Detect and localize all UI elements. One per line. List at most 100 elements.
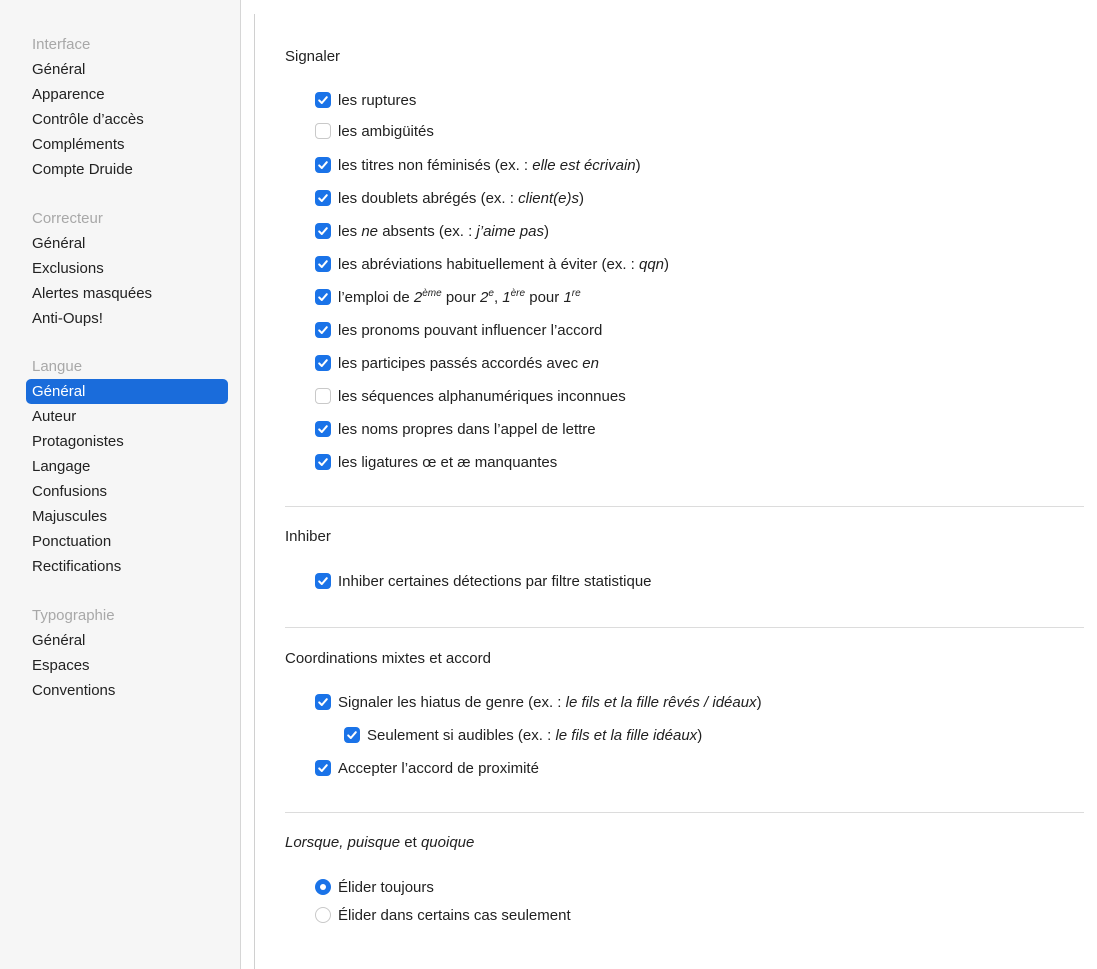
sidebar-item-langage[interactable]: Langage: [26, 454, 228, 479]
sidebar-item-interface-general[interactable]: Général: [26, 57, 228, 82]
sidebar-item-espaces[interactable]: Espaces: [26, 653, 228, 678]
checkbox-row-abreviations[interactable]: les abréviations habituellement à éviter…: [315, 254, 669, 274]
section-title-signaler: Signaler: [285, 48, 341, 65]
sidebar-item-protagonistes[interactable]: Protagonistes: [26, 429, 228, 454]
label-example: le fils et la fille idéaux: [555, 726, 698, 744]
radio-row-elider-certains-cas[interactable]: Élider dans certains cas seulement: [315, 905, 571, 925]
sidebar-item-typographie-general[interactable]: Général: [26, 628, 228, 653]
checkbox-row-emploi-ordinaux[interactable]: l’emploi de 2ème pour 2e, 1ère pour 1re: [315, 287, 581, 307]
radio-button[interactable]: [315, 907, 331, 923]
sidebar-item-alertes-masquees[interactable]: Alertes masquées: [26, 281, 228, 306]
radio-label: Élider dans certains cas seulement: [338, 906, 571, 924]
sidebar-group-langue: Langue Général Auteur Protagonistes Lang…: [26, 354, 228, 579]
section-title-inhiber: Inhiber: [285, 528, 331, 545]
checkmark-icon: [318, 698, 328, 706]
checkbox-row-doublets-abreges[interactable]: les doublets abrégés (ex. : client(e)s): [315, 188, 584, 208]
radio-row-elider-toujours[interactable]: Élider toujours: [315, 877, 434, 897]
sidebar-item-controle-acces[interactable]: Contrôle d’accès: [26, 107, 228, 132]
sidebar-item-complements[interactable]: Compléments: [26, 132, 228, 157]
checkbox-row-ne-absents[interactable]: les ne absents (ex. : j’aime pas): [315, 221, 549, 241]
sidebar-item-majuscules[interactable]: Majuscules: [26, 504, 228, 529]
label-text: pour: [441, 288, 481, 306]
checkbox[interactable]: [315, 322, 331, 338]
checkbox[interactable]: [315, 223, 331, 239]
label-example: j’aime pas: [476, 222, 544, 240]
sidebar-item-exclusions[interactable]: Exclusions: [26, 256, 228, 281]
checkbox-label: les ruptures: [338, 91, 417, 109]
checkmark-icon: [318, 260, 328, 268]
checkbox-label: Inhiber certaines détections par filtre …: [338, 572, 652, 590]
checkmark-icon: [318, 227, 328, 235]
sidebar-group-interface: Interface Général Apparence Contrôle d’a…: [26, 32, 228, 182]
label-superscript: re: [571, 287, 581, 299]
section-title-elision: Lorsque, puisque et quoique: [285, 834, 474, 851]
checkbox[interactable]: [315, 157, 331, 173]
checkbox-row-inhiber-filtre[interactable]: Inhiber certaines détections par filtre …: [315, 571, 652, 591]
checkbox-label: les titres non féminisés (ex. : elle est…: [338, 157, 641, 174]
checkmark-icon: [318, 764, 328, 772]
sidebar-item-anti-oups[interactable]: Anti-Oups!: [26, 306, 228, 331]
radio-button[interactable]: [315, 879, 331, 895]
label-text: l’emploi de: [338, 288, 414, 306]
checkbox-row-ruptures[interactable]: les ruptures: [315, 90, 416, 110]
checkbox[interactable]: [315, 92, 331, 108]
label-text: ): [543, 222, 549, 240]
label-example: ne: [361, 222, 379, 240]
sidebar-item-rectifications[interactable]: Rectifications: [26, 554, 228, 579]
checkbox[interactable]: [315, 190, 331, 206]
sidebar-item-correcteur-general[interactable]: Général: [26, 231, 228, 256]
checkbox-label: l’emploi de 2ème pour 2e, 1ère pour 1re: [338, 287, 581, 306]
group-title: Correcteur: [32, 210, 103, 227]
checkbox-row-ligatures[interactable]: les ligatures œ et æ manquantes: [315, 452, 557, 472]
label-text: les participes passés accordés avec: [338, 354, 583, 372]
checkbox-row-sequences-alphanumeriques[interactable]: les séquences alphanumériques inconnues: [315, 386, 626, 406]
label-example: elle est écrivain: [532, 156, 636, 174]
checkbox[interactable]: [315, 355, 331, 371]
checkmark-icon: [318, 293, 328, 301]
checkbox-row-noms-propres[interactable]: les noms propres dans l’appel de lettre: [315, 419, 596, 439]
checkbox-row-pronoms[interactable]: les pronoms pouvant influencer l’accord: [315, 320, 602, 340]
label-text: ): [664, 255, 670, 273]
sidebar-item-apparence[interactable]: Apparence: [26, 82, 228, 107]
checkbox[interactable]: [315, 123, 331, 139]
checkbox[interactable]: [344, 727, 360, 743]
checkbox[interactable]: [315, 256, 331, 272]
label-text: Seulement si audibles (ex. :: [367, 726, 556, 744]
label-text: ): [578, 189, 584, 207]
checkbox[interactable]: [315, 388, 331, 404]
checkbox-row-titres-non-feminises[interactable]: les titres non féminisés (ex. : elle est…: [315, 155, 641, 175]
label-superscript: ère: [510, 287, 526, 299]
group-title: Langue: [32, 358, 83, 375]
label-example: le fils et la fille rêvés / idéaux: [565, 693, 757, 711]
checkbox-row-seulement-audibles[interactable]: Seulement si audibles (ex. : le fils et …: [344, 725, 702, 745]
checkmark-icon: [318, 458, 328, 466]
checkbox-row-accord-proximite[interactable]: Accepter l’accord de proximité: [315, 758, 539, 778]
label-text: ): [697, 726, 703, 744]
pane-divider[interactable]: [254, 14, 255, 969]
sidebar-item-ponctuation[interactable]: Ponctuation: [26, 529, 228, 554]
label-example: 2: [413, 288, 423, 306]
sidebar-item-confusions[interactable]: Confusions: [26, 479, 228, 504]
group-title: Interface: [32, 36, 91, 53]
checkbox-row-ambiguites[interactable]: les ambigüités: [315, 121, 434, 141]
sidebar-item-conventions[interactable]: Conventions: [26, 678, 228, 703]
checkbox-label: les pronoms pouvant influencer l’accord: [338, 321, 603, 339]
checkbox[interactable]: [315, 573, 331, 589]
label-text: les titres non féminisés (ex. :: [338, 156, 533, 174]
checkbox[interactable]: [315, 289, 331, 305]
sidebar-group-typographie: Typographie Général Espaces Conventions: [26, 603, 228, 703]
checkbox-row-participes-passes[interactable]: les participes passés accordés avec en: [315, 353, 599, 373]
checkbox[interactable]: [315, 760, 331, 776]
label-text: ): [635, 156, 641, 174]
title-text: et: [400, 834, 421, 851]
checkbox[interactable]: [315, 421, 331, 437]
checkbox-label: les doublets abrégés (ex. : client(e)s): [338, 190, 584, 207]
sidebar-item-langue-general[interactable]: Général: [26, 379, 228, 404]
label-text: ): [756, 693, 762, 711]
checkbox[interactable]: [315, 694, 331, 710]
sidebar-item-auteur[interactable]: Auteur: [26, 404, 228, 429]
checkbox-row-hiatus-genre[interactable]: Signaler les hiatus de genre (ex. : le f…: [315, 692, 762, 712]
checkbox[interactable]: [315, 454, 331, 470]
label-superscript: ème: [422, 287, 442, 299]
sidebar-item-compte-druide[interactable]: Compte Druide: [26, 157, 228, 182]
